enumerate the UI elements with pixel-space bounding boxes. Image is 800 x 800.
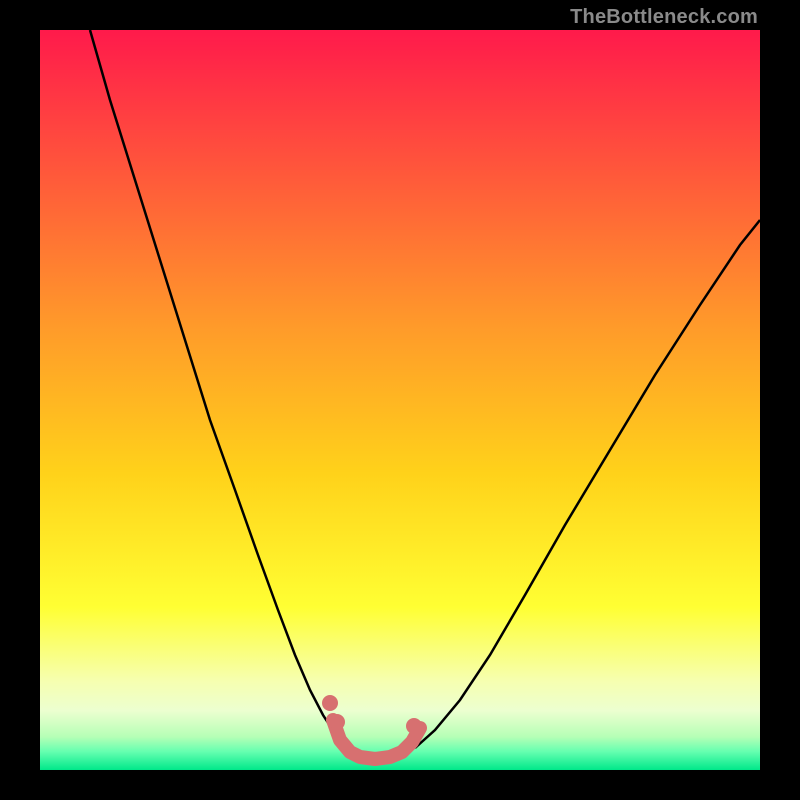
valley-dots-point [406,718,422,734]
watermark-text: TheBottleneck.com [570,6,758,29]
valley-dots-point [322,695,338,711]
left-curve [90,30,348,748]
valley-dots-point [329,714,345,730]
curve-layer [40,30,760,770]
right-curve [415,220,760,748]
plot-area [40,30,760,770]
chart-frame: TheBottleneck.com [0,0,800,800]
